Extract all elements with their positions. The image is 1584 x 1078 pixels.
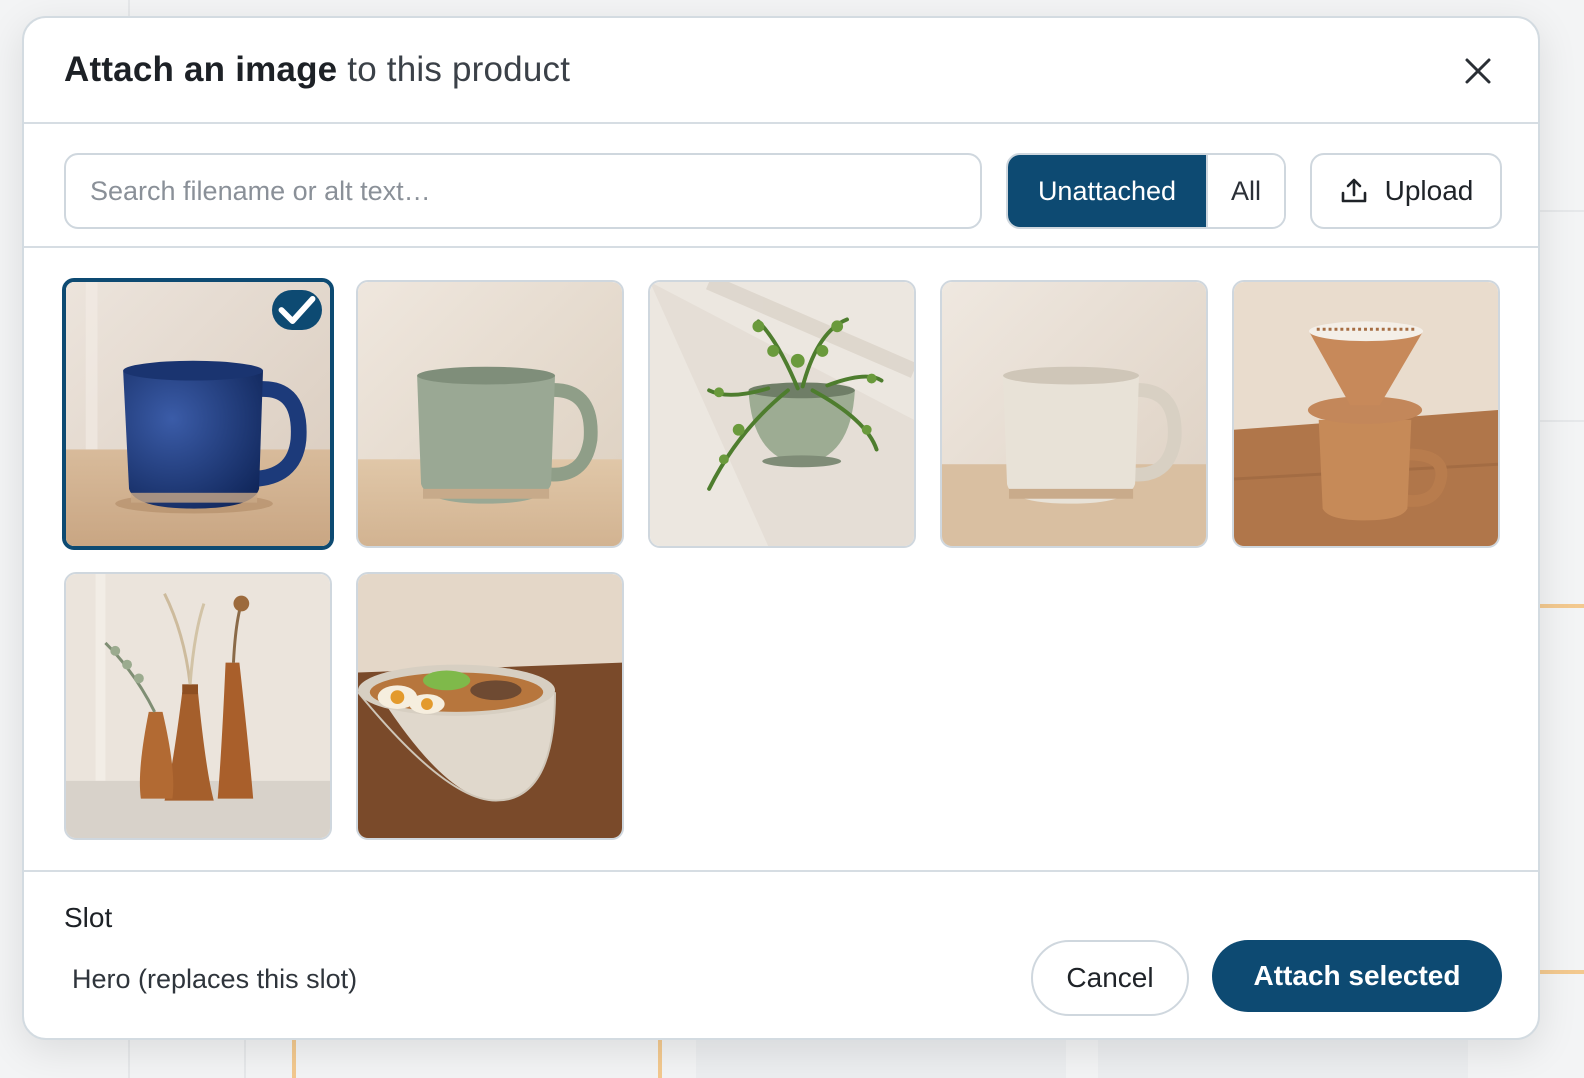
dialog-title: Attach an image to this product xyxy=(64,50,570,90)
image-tile-cream-mug[interactable] xyxy=(940,280,1208,548)
image-tile-green-mug[interactable] xyxy=(356,280,624,548)
attach-selected-button[interactable]: Attach selected xyxy=(1212,940,1502,1012)
image-tile-wooden-vases[interactable] xyxy=(64,572,332,840)
green-mug-image xyxy=(358,282,622,546)
wooden-vases-image xyxy=(66,574,330,838)
dialog-toolbar: Unattached All Upload xyxy=(24,124,1538,248)
dialog-footer: Slot Hero (replaces this slot) Cancel At… xyxy=(24,872,1538,1038)
dialog-header: Attach an image to this product xyxy=(24,18,1538,124)
ramen-bowl-image xyxy=(358,574,622,838)
selected-check-badge xyxy=(272,290,322,330)
dialog-title-bold: Attach an image xyxy=(64,50,338,89)
image-tile-wall-planter[interactable] xyxy=(648,280,916,548)
slot-select[interactable]: Hero (replaces this slot) xyxy=(72,964,357,995)
upload-icon xyxy=(1341,178,1366,203)
upload-label: Upload xyxy=(1384,175,1474,206)
image-tile-blue-mug[interactable] xyxy=(62,278,334,550)
wall-planter-image xyxy=(650,282,914,546)
pour-over-image xyxy=(1234,282,1498,546)
image-grid xyxy=(24,248,1538,872)
close-button[interactable] xyxy=(1458,51,1498,91)
image-tile-ramen-bowl[interactable] xyxy=(356,572,624,840)
dialog-title-rest: to this product xyxy=(347,50,571,89)
search-input[interactable] xyxy=(64,153,982,229)
cream-mug-image xyxy=(942,282,1206,546)
check-icon xyxy=(278,296,316,324)
close-icon xyxy=(1465,58,1491,84)
attach-image-dialog: Attach an image to this product Unattach… xyxy=(22,16,1540,1040)
upload-button[interactable]: Upload xyxy=(1310,153,1502,229)
slot-label: Slot xyxy=(64,902,113,933)
image-tile-pour-over[interactable] xyxy=(1232,280,1500,548)
filter-segmented-control: Unattached All xyxy=(1006,153,1286,229)
filter-all-button[interactable]: All xyxy=(1206,155,1284,227)
filter-unattached-button[interactable]: Unattached xyxy=(1008,155,1206,227)
cancel-button[interactable]: Cancel xyxy=(1031,940,1189,1016)
